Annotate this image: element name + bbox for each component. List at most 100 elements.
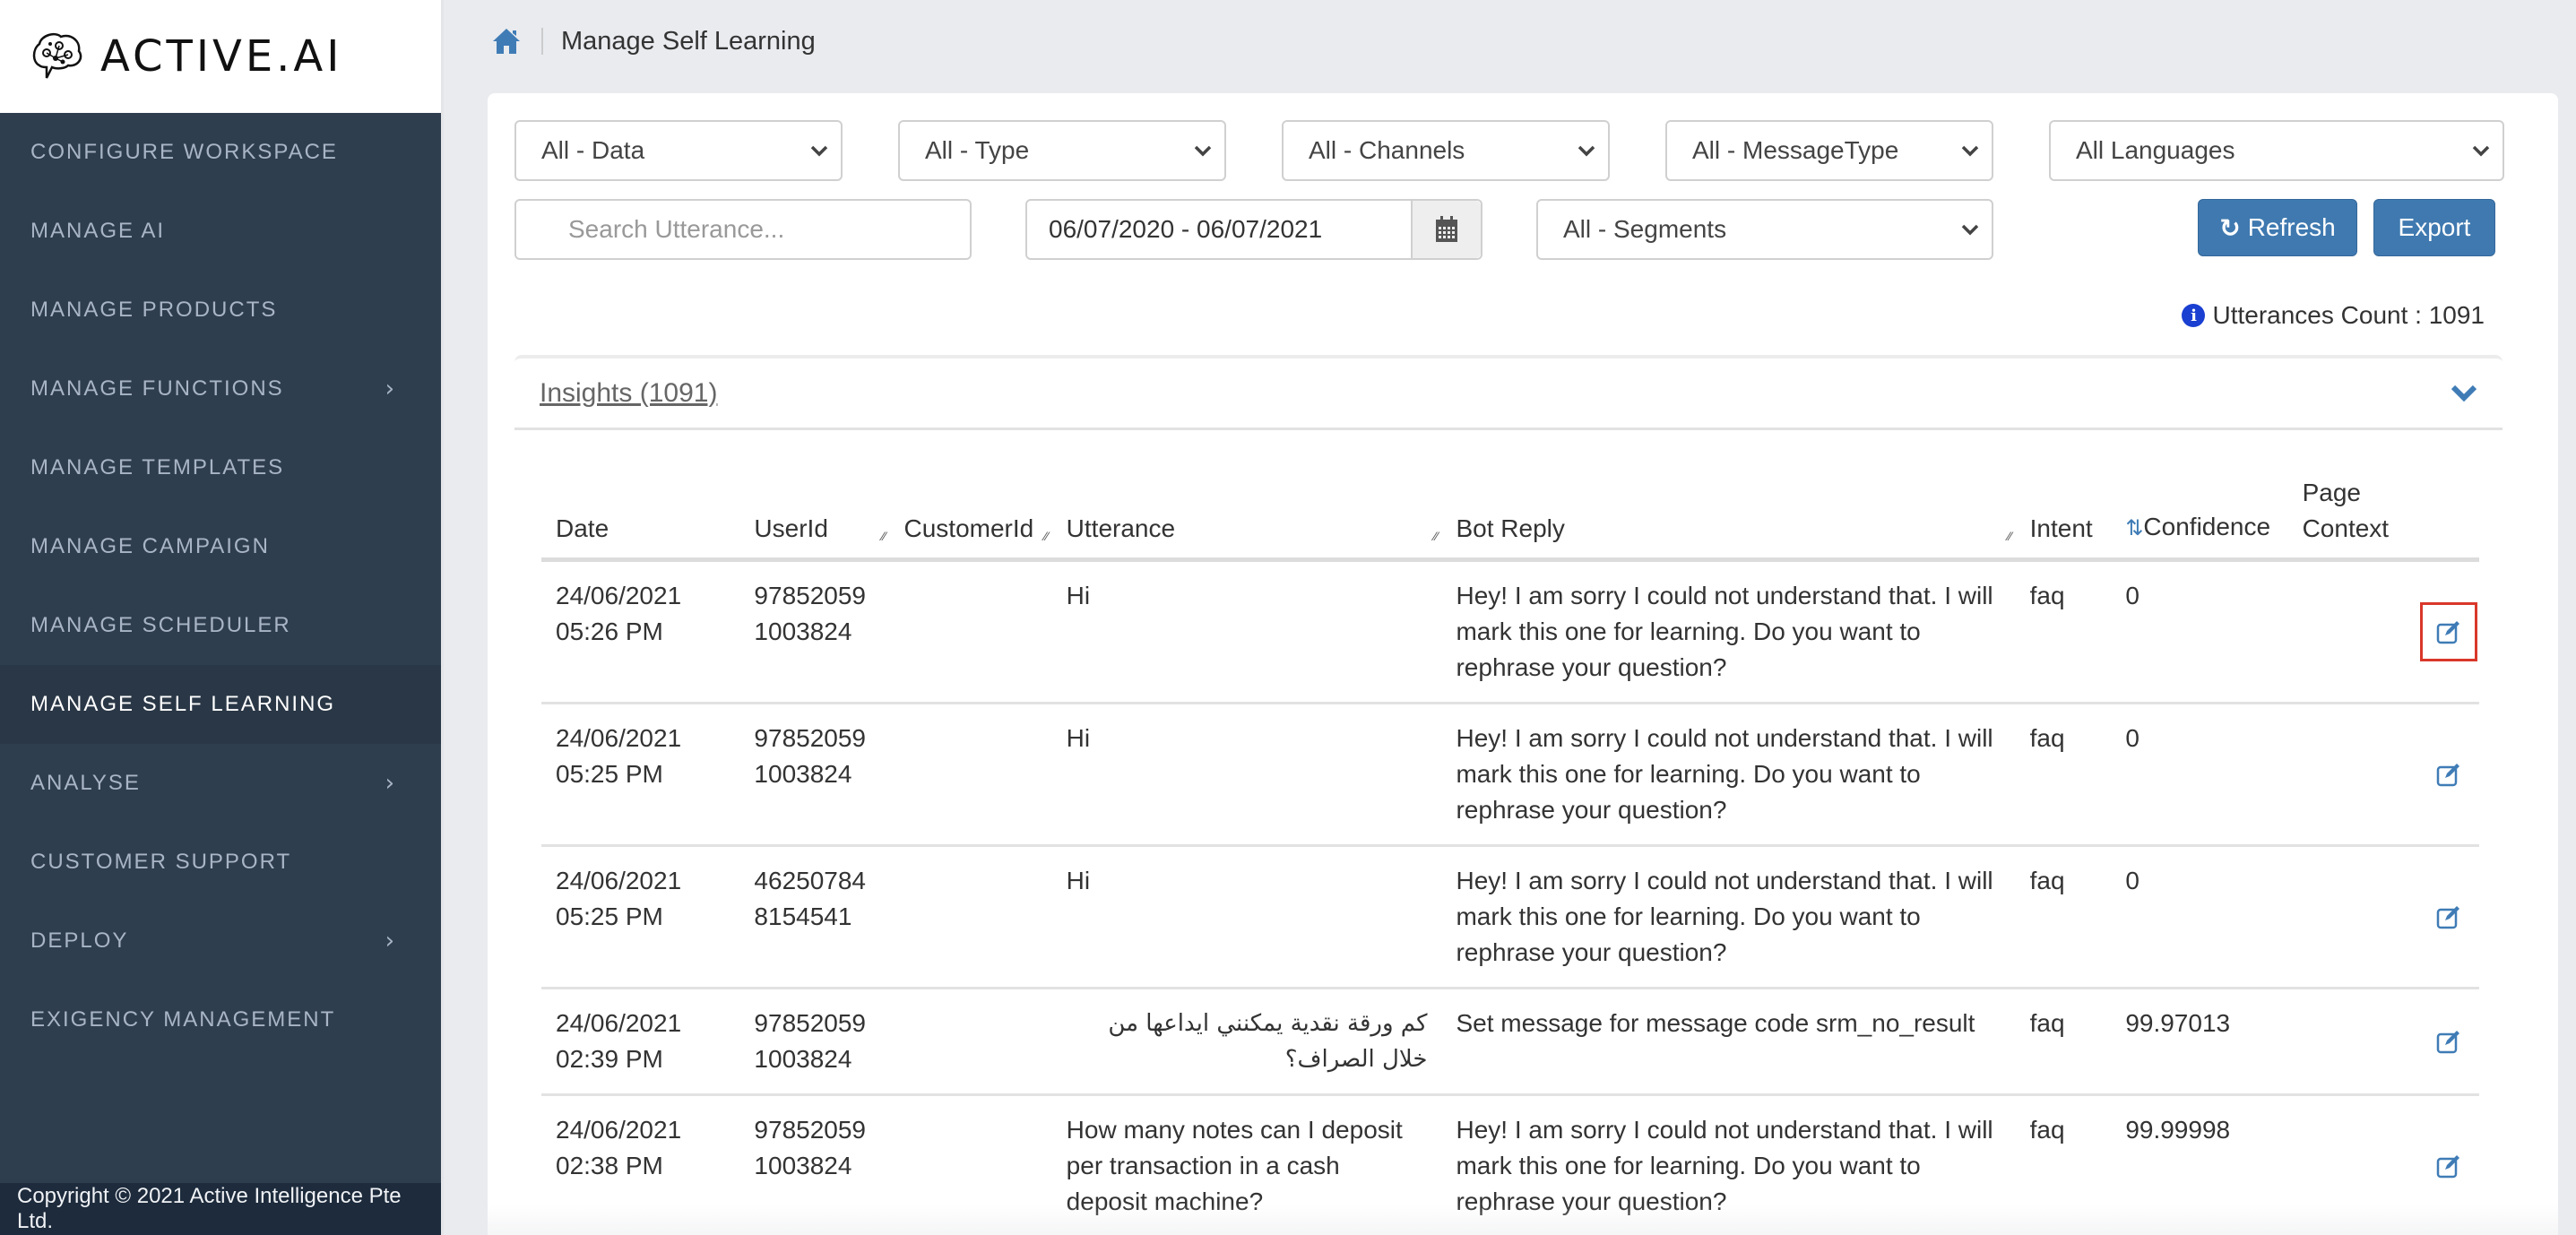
cell-user-id: 46250784 8154541 — [739, 845, 890, 989]
segments-filter-value: All - Segments — [1563, 215, 1727, 243]
cell-user-id: 97852059 1003824 — [739, 1094, 890, 1235]
user-id-line: 46250784 — [754, 867, 866, 894]
channels-filter-select[interactable]: All - Channels — [1282, 120, 1610, 181]
user-id-line: 97852059 — [754, 1009, 866, 1037]
column-header-actions — [2417, 475, 2479, 562]
column-header-label: Page Context — [2302, 479, 2390, 542]
edit-button[interactable] — [2420, 887, 2477, 946]
message-type-filter-select[interactable]: All - MessageType — [1665, 120, 1993, 181]
date-range-field[interactable]: 06/07/2020 - 06/07/2021 — [1025, 199, 1482, 260]
column-header-customer-id[interactable]: CustomerId ⁄⁄ — [889, 475, 1052, 562]
edit-button[interactable] — [2420, 745, 2477, 804]
chevron-right-icon: › — [385, 376, 396, 402]
table-row: 24/06/2021 02:39 PM 97852059 1003824 كم ور… — [541, 988, 2479, 1096]
copyright-footer: Copyright © 2021 Active Intelligence Pte… — [0, 1183, 443, 1235]
column-header-utterance[interactable]: Utterance ⁄⁄ — [1051, 475, 1442, 562]
sidebar-item-manage-templates[interactable]: MANAGE TEMPLATES — [0, 428, 443, 507]
search-utterance-input[interactable] — [568, 201, 970, 258]
sidebar-item-manage-ai[interactable]: MANAGE AI — [0, 192, 443, 271]
cell-utterance: How many notes can I deposit per transac… — [1051, 1094, 1442, 1235]
sidebar-item-label: MANAGE AI — [30, 219, 166, 243]
column-resize-handle[interactable]: ⁄⁄ — [882, 518, 886, 554]
column-header-bot-reply[interactable]: Bot Reply ⁄⁄ — [1441, 475, 2016, 562]
segments-filter-select[interactable]: All - Segments — [1536, 199, 1993, 260]
cell-intent: faq — [2015, 1094, 2112, 1235]
sidebar-item-manage-products[interactable]: MANAGE PRODUCTS — [0, 271, 443, 350]
date-value: 24/06/2021 — [556, 724, 682, 752]
date-range-value: 06/07/2020 - 06/07/2021 — [1049, 215, 1323, 243]
column-header-date[interactable]: Date — [541, 475, 740, 562]
edit-icon — [2436, 1031, 2459, 1054]
sidebar-item-manage-self-learning[interactable]: MANAGE SELF LEARNING — [0, 665, 443, 744]
cell-actions — [2417, 703, 2479, 847]
cell-customer-id — [889, 703, 1052, 847]
type-filter-select[interactable]: All - Type — [898, 120, 1226, 181]
chevron-right-icon: › — [385, 928, 396, 954]
cell-page-context — [2287, 703, 2418, 847]
cell-confidence: 99.97013 — [2111, 988, 2288, 1096]
column-resize-handle[interactable]: ⁄⁄ — [2008, 518, 2012, 554]
sidebar: ACTIVE.AI CONFIGURE WORKSPACE MANAGE AI … — [0, 0, 443, 1235]
cell-date: 24/06/2021 05:26 PM — [541, 559, 740, 704]
insights-header[interactable]: Insights (1091) — [514, 358, 2503, 430]
sidebar-scrollbar[interactable] — [441, 0, 444, 1235]
cell-bot-reply: Set message for message code srm_no_resu… — [1441, 988, 2016, 1096]
cell-utterance: Hi — [1051, 559, 1442, 704]
sidebar-item-manage-scheduler[interactable]: MANAGE SCHEDULER — [0, 586, 443, 665]
utterances-count: i Utterances Count : 1091 — [2182, 301, 2485, 330]
cell-actions — [2417, 559, 2479, 704]
refresh-button[interactable]: ↻ Refresh — [2198, 199, 2357, 256]
search-utterance-field[interactable] — [514, 199, 972, 260]
languages-filter-select[interactable]: All Languages — [2049, 120, 2504, 181]
cell-user-id: 97852059 1003824 — [739, 559, 890, 704]
edit-button[interactable] — [2420, 1012, 2477, 1071]
sidebar-item-configure-workspace[interactable]: CONFIGURE WORKSPACE — [0, 113, 443, 192]
export-button[interactable]: Export — [2373, 199, 2495, 256]
home-icon[interactable] — [491, 27, 522, 56]
edit-button[interactable] — [2419, 602, 2477, 661]
breadcrumb: Manage Self Learning — [491, 23, 816, 59]
column-header-intent[interactable]: Intent — [2015, 475, 2112, 562]
brain-circuit-icon — [32, 33, 82, 79]
chevron-down-icon — [1961, 224, 1979, 236]
sort-icon[interactable]: ⇅ — [2125, 516, 2143, 540]
brand-logo[interactable]: ACTIVE.AI — [0, 0, 443, 113]
edit-button[interactable] — [2420, 1136, 2477, 1196]
time-value: 02:38 PM — [556, 1152, 663, 1179]
time-value: 05:25 PM — [556, 760, 663, 788]
column-header-user-id[interactable]: UserId ⁄⁄ — [739, 475, 890, 562]
sidebar-nav: CONFIGURE WORKSPACE MANAGE AI MANAGE PRO… — [0, 113, 443, 1059]
cell-actions — [2417, 1094, 2479, 1235]
cell-utterance: Hi — [1051, 703, 1442, 847]
time-value: 02:39 PM — [556, 1045, 663, 1073]
sidebar-item-deploy[interactable]: DEPLOY › — [0, 902, 443, 980]
sidebar-item-analyse[interactable]: ANALYSE › — [0, 744, 443, 823]
sidebar-item-manage-functions[interactable]: MANAGE FUNCTIONS › — [0, 350, 443, 428]
cell-user-id: 97852059 1003824 — [739, 988, 890, 1096]
chevron-down-icon — [1194, 145, 1212, 157]
user-id-line: 1003824 — [754, 1045, 852, 1073]
sidebar-item-label: MANAGE PRODUCTS — [30, 298, 278, 322]
column-header-label: Intent — [2029, 514, 2093, 542]
column-resize-handle[interactable]: ⁄⁄ — [1044, 518, 1049, 554]
time-value: 05:26 PM — [556, 618, 663, 645]
column-resize-handle[interactable]: ⁄⁄ — [1434, 518, 1439, 554]
edit-icon — [2436, 764, 2459, 787]
cell-date: 24/06/2021 05:25 PM — [541, 703, 740, 847]
date-value: 24/06/2021 — [556, 1116, 682, 1144]
date-value: 24/06/2021 — [556, 1009, 682, 1037]
insights-title[interactable]: Insights (1091) — [540, 378, 717, 409]
sidebar-item-exigency-management[interactable]: EXIGENCY MANAGEMENT — [0, 980, 443, 1059]
cell-intent: faq — [2015, 559, 2112, 704]
column-header-confidence[interactable]: ⇅Confidence — [2111, 475, 2288, 562]
sidebar-item-manage-campaign[interactable]: MANAGE CAMPAIGN — [0, 507, 443, 586]
column-header-page-context[interactable]: Page Context — [2287, 475, 2418, 562]
chevron-down-icon[interactable] — [2451, 384, 2477, 403]
cell-actions — [2417, 845, 2479, 989]
edit-icon — [2436, 1155, 2459, 1179]
data-filter-select[interactable]: All - Data — [514, 120, 843, 181]
calendar-button[interactable] — [1411, 201, 1481, 258]
column-header-label: CustomerId — [903, 514, 1034, 542]
sidebar-item-customer-support[interactable]: CUSTOMER SUPPORT — [0, 823, 443, 902]
languages-filter-value: All Languages — [2076, 136, 2235, 164]
